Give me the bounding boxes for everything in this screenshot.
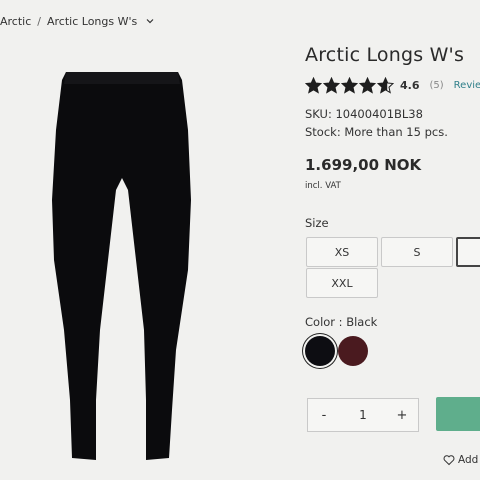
burgundy-swatch[interactable]: [338, 336, 368, 366]
rating-value: 4.6: [400, 78, 420, 92]
quantity-stepper: - 1 +: [307, 398, 419, 432]
black-swatch[interactable]: [305, 336, 335, 366]
vat-note: incl. VAT: [305, 181, 341, 191]
size-label: Size: [305, 216, 329, 230]
breadcrumb-item-arctic-longs[interactable]: Arctic Longs W's: [47, 15, 137, 28]
quantity-input[interactable]: 1: [340, 408, 386, 422]
product-rating: 4.6 (5) Review: [305, 76, 480, 94]
quantity-decrease-button[interactable]: -: [308, 399, 340, 431]
size-option-xs[interactable]: XS: [306, 237, 378, 267]
stock-status: Stock: More than 15 pcs.: [305, 125, 448, 139]
quantity-increase-button[interactable]: +: [386, 399, 418, 431]
star-icon: [323, 76, 340, 94]
breadcrumb-item-arctic[interactable]: Arctic: [0, 15, 31, 28]
leggings-product-image[interactable]: [48, 70, 198, 465]
star-icon: [377, 76, 394, 94]
star-icon: [341, 76, 358, 94]
size-option-s[interactable]: S: [381, 237, 453, 267]
star-icon: [359, 76, 376, 94]
add-to-wishlist-link[interactable]: Add: [443, 452, 478, 468]
add-to-cart-button[interactable]: [436, 397, 480, 431]
rating-stars: [305, 76, 394, 94]
size-option-selected[interactable]: [456, 237, 480, 267]
review-link[interactable]: Review: [454, 80, 480, 91]
wishlist-label: Add: [458, 454, 479, 466]
product-page: Arctic / Arctic Longs W's Arctic Longs W…: [0, 0, 480, 480]
heart-icon: [443, 455, 455, 466]
product-price: 1.699,00 NOK: [305, 156, 422, 174]
breadcrumb-separator: /: [37, 14, 41, 28]
star-icon: [305, 76, 322, 94]
product-sku: SKU: 10400401BL38: [305, 107, 423, 121]
size-option-xxl[interactable]: XXL: [306, 268, 378, 298]
chevron-down-icon[interactable]: [145, 16, 155, 26]
breadcrumb: Arctic / Arctic Longs W's: [0, 12, 155, 30]
rating-count: (5): [429, 79, 444, 91]
product-title: Arctic Longs W's: [305, 44, 465, 66]
color-label: Color : Black: [305, 315, 378, 329]
